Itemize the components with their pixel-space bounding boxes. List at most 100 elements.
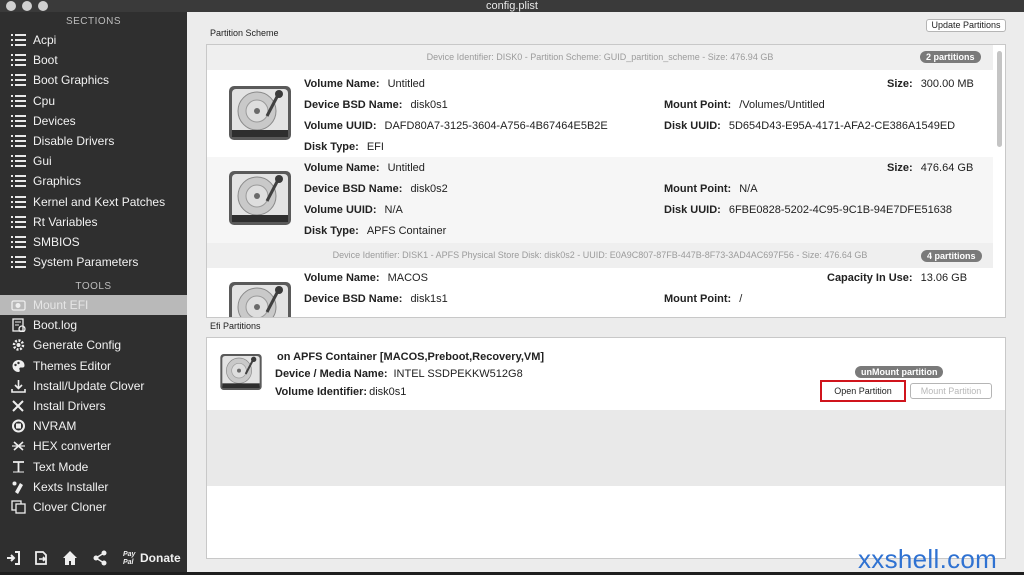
sidebar-item-graphics[interactable]: Graphics (0, 171, 187, 191)
tools-header: TOOLS (75, 281, 112, 292)
sidebar-item-boot-graphics[interactable]: Boot Graphics (0, 70, 187, 90)
list-icon (11, 155, 26, 168)
sidebar-item-label: Gui (33, 154, 52, 169)
sidebar-bottom-bar: Pay Pal Donate (0, 542, 187, 572)
sidebar-item-label: SMBIOS (33, 235, 80, 249)
efi-title: on APFS Container [MACOS,Preboot,Recover… (277, 351, 545, 363)
paypal-icon: Pay Pal (123, 550, 136, 566)
sidebar-item-install-update-clover[interactable]: Install/Update Clover (0, 376, 187, 396)
volume-identifier: disk0s1 (369, 386, 407, 398)
partition-row[interactable]: Volume Name: Untitled Size: 476.64 GB Devi… (207, 157, 993, 243)
partition-row[interactable]: Volume Name: Untitled Size: 300.00 MB Devi… (207, 70, 993, 157)
list-icon (11, 175, 26, 188)
sidebar-item-boot-log[interactable]: Boot.log (0, 315, 187, 335)
list-icon (11, 215, 26, 228)
efi-empty-area (207, 410, 1005, 486)
disk-type: EFI (366, 141, 384, 153)
export-icon[interactable] (33, 550, 49, 566)
sidebar-item-install-drivers[interactable]: Install Drivers (0, 396, 187, 416)
sidebar-item-label: Install/Update Clover (33, 378, 145, 393)
sidebar-item-label: Mount EFI (33, 298, 89, 312)
volume-name: Untitled (387, 78, 425, 90)
sidebar-item-hex-converter[interactable]: HEX converter (0, 436, 187, 456)
hard-drive-icon (227, 165, 293, 231)
sidebar-item-label: Themes Editor (33, 358, 112, 373)
partition-scheme-panel[interactable]: Device Identifier: DISK0 - Partition Sch… (206, 44, 1006, 318)
window-title: config.plist (486, 0, 538, 12)
sidebar-item-smbios[interactable]: SMBIOS (0, 232, 187, 252)
donate-button[interactable]: Pay Pal Donate (123, 548, 181, 568)
app-window: config.plist SECTIONS Acpi Boot Boot Graph… (0, 0, 1024, 574)
sidebar-item-kexts-installer[interactable]: Kexts Installer (0, 477, 187, 497)
sidebar-item-acpi[interactable]: Acpi (0, 30, 187, 50)
open-partition-button[interactable]: Open Partition (820, 380, 906, 402)
kext-icon (12, 481, 23, 494)
sidebar-item-disable-drivers[interactable]: Disable Drivers (0, 131, 187, 151)
clone-icon (11, 500, 26, 514)
sidebar-item-text-mode[interactable]: Text Mode (0, 457, 187, 477)
hard-drive-icon (227, 80, 293, 146)
bsd-name: disk1s1 (410, 293, 448, 305)
vertical-scrollbar[interactable] (997, 51, 1002, 147)
sidebar-item-label: Kernel and Kext Patches (33, 194, 166, 209)
sidebar-item-mount-efi[interactable]: Mount EFI (0, 295, 187, 315)
sidebar-item-boot[interactable]: Boot (0, 50, 187, 70)
nvram-icon (12, 419, 25, 433)
disk-header: Device Identifier: DISK1 - APFS Physical… (207, 243, 993, 268)
share-icon[interactable] (92, 550, 108, 566)
sidebar-item-label: System Parameters (33, 255, 139, 270)
list-icon (11, 54, 26, 67)
minimize-window-button[interactable] (22, 1, 32, 11)
sidebar-item-label: Graphics (33, 174, 82, 189)
volume-name: Untitled (387, 162, 425, 174)
partition-row[interactable]: Volume Name: MACOS Capacity In Use: 13.06 … (207, 268, 993, 318)
sidebar-item-label: NVRAM (33, 419, 77, 434)
sidebar: SECTIONS Acpi Boot Boot Graphics Cpu Devices… (0, 12, 187, 572)
sidebar-item-devices[interactable]: Devices (0, 111, 187, 131)
partition-count-badge: 2 partitions (920, 51, 981, 63)
mount-point: /Volumes/Untitled (739, 99, 825, 111)
sidebar-item-label: Boot (33, 53, 58, 68)
sections-header: SECTIONS (65, 16, 122, 27)
sidebar-item-nvram[interactable]: NVRAM (0, 416, 187, 436)
import-icon[interactable] (5, 550, 21, 566)
efi-partitions-label: Efi Partitions (210, 321, 261, 331)
sidebar-item-cpu[interactable]: Cpu (0, 91, 187, 111)
sidebar-item-generate-config[interactable]: Generate Config (0, 335, 187, 355)
sidebar-item-label: Devices (33, 113, 76, 128)
partition-size: 476.64 GB (920, 162, 974, 174)
status-badge: unMount partition (855, 366, 944, 378)
text-icon (13, 460, 24, 473)
disk-header: Device Identifier: DISK0 - Partition Sch… (207, 45, 993, 70)
update-partitions-button[interactable]: Update Partitions (926, 19, 1006, 32)
zoom-window-button[interactable] (38, 1, 48, 11)
disk-uuid: 6FBE0828-5202-4C95-9C1B-94E7DFE51638 (728, 204, 953, 216)
disk-uuid: 5D654D43-E95A-4171-AFA2-CE386A1549ED (728, 120, 956, 132)
hard-drive-icon (11, 300, 26, 311)
hard-drive-icon (219, 350, 263, 394)
sidebar-item-label: Boot Graphics (33, 73, 110, 88)
palette-icon (12, 359, 25, 372)
close-window-button[interactable] (6, 1, 16, 11)
watermark: xxshell.com (858, 544, 998, 574)
sidebar-item-system-parameters[interactable]: System Parameters (0, 252, 187, 272)
main-content: Partition Scheme Update Partitions Devic… (196, 12, 1016, 572)
mount-point: / (739, 293, 743, 305)
sidebar-item-kernel-and-kext-patches[interactable]: Kernel and Kext Patches (0, 192, 187, 212)
mount-partition-button[interactable]: Mount Partition (910, 383, 992, 399)
sidebar-item-clover-cloner[interactable]: Clover Cloner (0, 497, 187, 517)
partition-size: 300.00 MB (920, 78, 974, 90)
home-icon[interactable] (62, 550, 78, 566)
hard-drive-icon (227, 276, 293, 318)
sidebar-item-gui[interactable]: Gui (0, 151, 187, 171)
sidebar-item-label: Clover Cloner (33, 500, 107, 514)
sidebar-item-label: Rt Variables (33, 214, 98, 229)
sidebar-item-label: Install Drivers (33, 399, 106, 413)
sidebar-item-rt-variables[interactable]: Rt Variables (0, 212, 187, 232)
sidebar-item-themes-editor[interactable]: Themes Editor (0, 356, 187, 376)
sidebar-item-label: Acpi (33, 33, 57, 47)
partition-scheme-label: Partition Scheme (210, 28, 279, 38)
sidebar-item-label: Kexts Installer (33, 479, 109, 494)
bsd-name: disk0s1 (410, 99, 448, 111)
volume-uuid: N/A (384, 204, 403, 216)
